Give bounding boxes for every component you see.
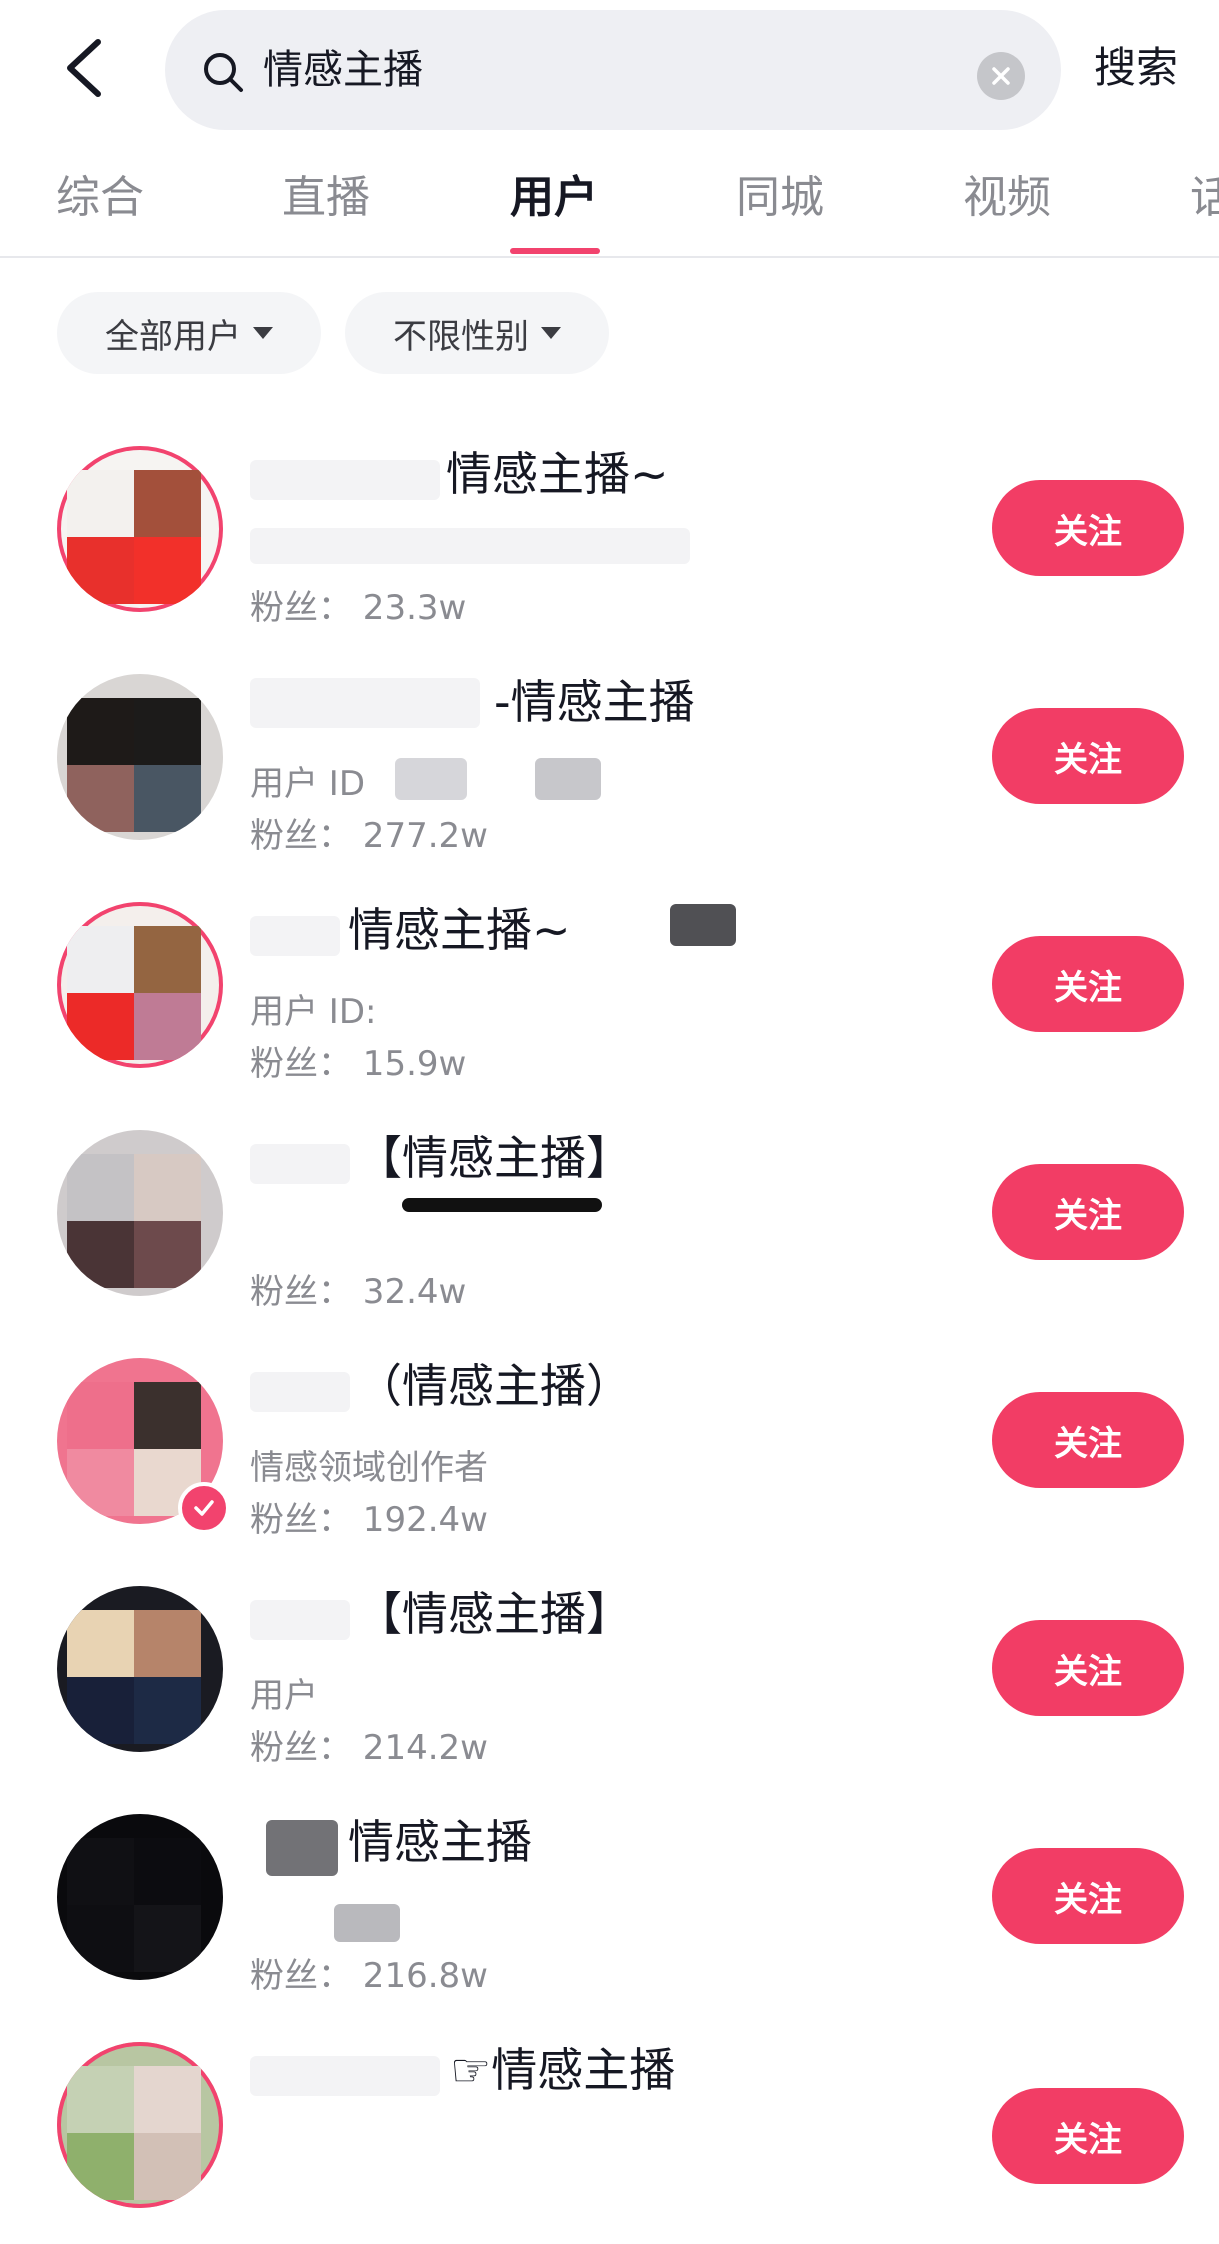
avatar-mosaic [67,2066,201,2200]
user-avatar[interactable] [57,1130,223,1296]
user-result-item[interactable]: 情感主播 粉丝： 216.8w 关注 [0,1788,1219,2016]
user-fans-count: 粉丝： 277.2w [250,816,488,856]
redacted-text [670,904,736,946]
redacted-text [535,758,601,800]
search-header: 情感主播 搜索 [0,0,1219,140]
user-avatar[interactable] [57,2042,223,2208]
user-result-item[interactable]: ☞情感主播 关注 [0,2016,1219,2244]
user-fans-count: 粉丝： 192.4w [250,1500,488,1540]
user-fans-count: 粉丝： 15.9w [250,1044,467,1084]
redacted-text [250,528,690,564]
follow-button[interactable]: 关注 [992,1848,1184,1944]
user-result-item[interactable]: 【情感主播】 粉丝： 32.4w 关注 [0,1104,1219,1332]
user-avatar[interactable] [57,1586,223,1752]
redacted-text [402,1198,602,1212]
user-fans-count: 粉丝： 32.4w [250,1272,467,1312]
search-input[interactable]: 情感主播 [165,10,1061,130]
chevron-left-icon [67,39,101,97]
user-fans-count: 粉丝： 23.3w [250,588,467,628]
gender-filter-label: 不限性别 [393,316,529,357]
redacted-text [395,758,467,800]
user-name: 【情感主播】 [356,1131,632,1185]
follow-button[interactable]: 关注 [992,1620,1184,1716]
user-fans-count: 粉丝： 216.8w [250,1956,488,1996]
tab-users[interactable]: 用户 [510,170,598,226]
user-result-item[interactable]: 情感主播~ 用户 ID: 粉丝： 15.9w 关注 [0,876,1219,1104]
user-name: ☞情感主播 [450,2043,676,2097]
user-result-item[interactable]: 情感主播~ 粉丝： 23.3w 关注 [0,420,1219,648]
back-button[interactable] [44,28,124,108]
user-name: （情感主播） [356,1359,632,1413]
avatar-mosaic [67,1610,201,1744]
avatar-mosaic [67,1838,201,1972]
user-name: 情感主播 [348,1815,532,1869]
redacted-text [266,1820,338,1876]
follow-button[interactable]: 关注 [992,2088,1184,2184]
search-query-text: 情感主播 [263,47,423,93]
caret-down-icon [253,327,273,339]
tab-videos[interactable]: 视频 [963,170,1051,226]
user-avatar[interactable] [57,446,223,612]
avatar-mosaic [67,1154,201,1288]
user-fans-count: 粉丝： 214.2w [250,1728,488,1768]
verified-badge-icon [178,1482,230,1534]
redacted-text [250,1372,350,1412]
tab-live[interactable]: 直播 [282,170,370,226]
clear-search-button[interactable] [977,52,1025,100]
search-tabs: 综合 直播 用户 同城 视频 话 [0,150,1219,258]
avatar-mosaic [67,470,201,604]
follow-button[interactable]: 关注 [992,936,1184,1032]
search-icon [204,53,243,92]
user-name: 情感主播~ [446,447,669,501]
user-type-filter-label: 全部用户 [105,316,241,357]
user-name: -情感主播 [494,675,695,729]
user-name: 【情感主播】 [356,1587,632,1641]
user-results-list: 情感主播~ 粉丝： 23.3w 关注 -情感主播 用户 ID 粉丝： 277.2… [0,420,1219,2244]
close-icon [992,67,1010,85]
follow-button[interactable]: 关注 [992,480,1184,576]
search-submit-button[interactable]: 搜索 [1094,40,1178,96]
user-avatar[interactable] [57,674,223,840]
user-type-filter[interactable]: 全部用户 [57,292,321,374]
redacted-text [250,1144,350,1184]
follow-button[interactable]: 关注 [992,1164,1184,1260]
redacted-text [250,678,480,728]
avatar-mosaic [67,926,201,1060]
follow-button[interactable]: 关注 [992,708,1184,804]
gender-filter[interactable]: 不限性别 [345,292,609,374]
user-result-item[interactable]: -情感主播 用户 ID 粉丝： 277.2w 关注 [0,648,1219,876]
tab-nearby[interactable]: 同城 [736,170,824,226]
user-id-label: 用户 ID: [250,992,377,1032]
caret-down-icon [541,327,561,339]
redacted-text [250,2056,440,2096]
redacted-text [250,916,340,956]
follow-button[interactable]: 关注 [992,1392,1184,1488]
user-name: 情感主播~ [348,903,571,957]
user-id-label: 用户 ID [250,764,366,804]
user-id-label: 用户 [250,1676,318,1716]
user-subtitle: 情感领域创作者 [250,1448,488,1488]
tab-topics[interactable]: 话 [1190,170,1219,226]
user-result-item[interactable]: 【情感主播】 用户 粉丝： 214.2w 关注 [0,1560,1219,1788]
avatar-mosaic [67,698,201,832]
user-avatar[interactable] [57,902,223,1068]
user-result-item[interactable]: （情感主播） 情感领域创作者 粉丝： 192.4w 关注 [0,1332,1219,1560]
active-tab-indicator [510,248,600,254]
redacted-text [334,1904,400,1942]
redacted-text [250,460,440,500]
user-avatar[interactable] [57,1814,223,1980]
redacted-text [250,1600,350,1640]
tab-general[interactable]: 综合 [56,170,144,226]
